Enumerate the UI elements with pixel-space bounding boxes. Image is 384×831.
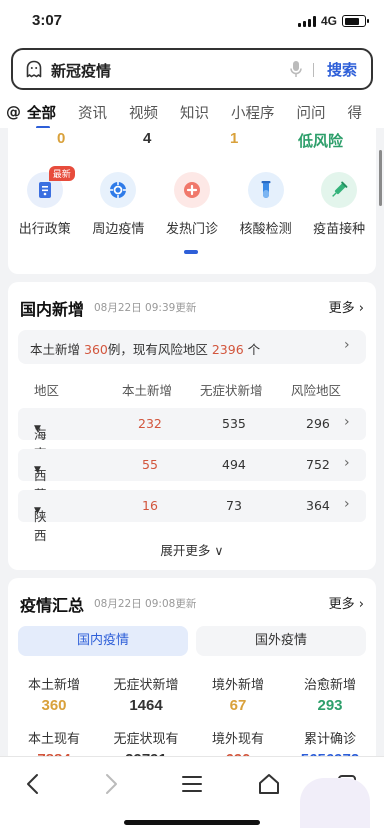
domestic-summary[interactable]: 本土新增 360例，现有风险地区 2396 个 › (18, 330, 366, 364)
scrollbar[interactable] (379, 150, 382, 206)
caret-down-icon: ▼ (34, 465, 41, 475)
risk-count-mid: 4 (143, 130, 152, 147)
tab-foreign-outbreak[interactable]: 国外疫情 (196, 626, 366, 656)
update-time: 08月22日 09:39更新 (94, 302, 197, 314)
quick-link-fever-clinic[interactable]: 发热门诊 (155, 172, 229, 237)
battery-icon (342, 15, 369, 27)
chevron-right-icon: › (358, 301, 364, 316)
risk-overview-card: 0 4 1 低风险 最新 出行政策 周边疫情 发热门诊 核酸检测 疫苗接种 (8, 128, 376, 274)
ghost-logo-icon (26, 60, 42, 78)
local-cell: 232 (138, 416, 162, 431)
risk-count-high: 0 (57, 130, 66, 147)
more-link[interactable]: 更多 › (329, 297, 364, 316)
quick-link-label: 核酸检测 (239, 222, 292, 237)
expand-more-button[interactable]: 展开更多 ∨ (8, 540, 376, 559)
search-button[interactable]: 搜索 (327, 59, 357, 80)
menu-icon[interactable] (177, 769, 207, 799)
chevron-right-icon: › (344, 496, 350, 512)
search-divider (313, 63, 314, 77)
tab-news[interactable]: 资讯 (78, 102, 107, 123)
assistant-ghost-icon[interactable] (300, 778, 370, 828)
column-header: 风险地区 (291, 383, 342, 398)
chevron-right-icon: › (344, 455, 350, 471)
asymptomatic-cell: 494 (222, 457, 246, 472)
tab-mini-program[interactable]: 小程序 (231, 102, 275, 123)
status-indicators: 4G (297, 14, 369, 28)
stat-asymptomatic-new: 无症状新增 1464 (113, 678, 179, 714)
chevron-right-icon: › (344, 414, 350, 430)
back-icon[interactable] (18, 769, 48, 799)
column-header: 无症状新增 (200, 383, 263, 398)
tab-ask[interactable]: 问问 (297, 102, 326, 123)
caret-down-icon: ▼ (34, 506, 41, 516)
search-bar: 新冠疫情 搜索 (0, 44, 384, 96)
more-link[interactable]: 更多 › (329, 593, 364, 612)
local-cell: 55 (142, 457, 158, 472)
quick-link-vaccine[interactable]: 疫苗接种 (302, 172, 376, 237)
fever-clinic-icon (173, 172, 210, 208)
asymptomatic-cell: 73 (226, 498, 242, 513)
nucleic-test-icon (247, 172, 284, 208)
tab-partial[interactable]: 得 (348, 102, 363, 123)
quick-link-nucleic-test[interactable]: 核酸检测 (229, 172, 303, 237)
travel-policy-icon: 最新 (26, 166, 75, 208)
summary-text: 本土新增 360例，现有风险地区 2396 个 (30, 342, 261, 357)
stat-recovered-new: 治愈新增 293 (303, 678, 356, 714)
microphone-icon[interactable] (289, 60, 303, 78)
quick-link-label: 周边疫情 (92, 222, 145, 237)
column-header: 地区 (34, 383, 60, 398)
caret-down-icon: ▼ (34, 424, 41, 434)
risk-cell: 296 (306, 416, 330, 431)
quick-links: 最新 出行政策 周边疫情 发热门诊 核酸检测 疫苗接种 (8, 166, 376, 237)
risk-level-label: 低风险 (298, 133, 344, 150)
carousel-indicator (184, 250, 198, 254)
search-query: 新冠疫情 (51, 62, 112, 80)
stat-imported-new: 境外新增 67 (211, 678, 264, 714)
chevron-down-icon: ∨ (214, 543, 224, 558)
quick-link-label: 出行政策 (18, 222, 71, 237)
outbreak-summary-card: 疫情汇总 08月22日 09:08更新 更多 › 国内疫情 国外疫情 本土新增 … (8, 578, 376, 768)
tab-all[interactable]: 全部 (27, 102, 56, 129)
quick-link-nearby-outbreak[interactable]: 周边疫情 (82, 172, 156, 237)
domestic-new-card: 国内新增 08月22日 09:39更新 更多 › 本土新增 360例，现有风险地… (8, 282, 376, 570)
tab-domestic-outbreak[interactable]: 国内疫情 (18, 626, 188, 656)
network-label: 4G (320, 14, 337, 28)
update-time: 08月22日 09:08更新 (94, 598, 197, 610)
risk-counts: 0 4 1 低风险 (8, 130, 376, 152)
table-header: 地区 本土新增 无症状新增 风险地区 (18, 380, 366, 398)
card-title: 国内新增 (20, 300, 85, 319)
home-indicator (124, 820, 260, 825)
signal-icon (297, 15, 316, 27)
quick-link-travel-policy[interactable]: 最新 出行政策 (8, 166, 82, 237)
status-bar: 3:07 4G (0, 0, 384, 44)
chevron-right-icon: › (344, 337, 350, 353)
nearby-outbreak-icon (100, 172, 137, 208)
search-input[interactable]: 新冠疫情 搜索 (11, 48, 373, 90)
tab-knowledge[interactable]: 知识 (180, 102, 209, 123)
status-time: 3:07 (32, 12, 63, 29)
home-icon[interactable] (254, 769, 284, 799)
risk-count-low: 1 (230, 130, 239, 147)
local-cell: 16 (142, 498, 158, 513)
vaccine-icon (321, 172, 358, 208)
chevron-right-icon: › (358, 597, 364, 612)
table-row[interactable]: 海南 ▼ 232 535 296 › (18, 408, 366, 461)
column-header: 本土新增 (122, 383, 173, 398)
asymptomatic-cell: 535 (222, 416, 246, 431)
card-title: 疫情汇总 (20, 596, 85, 615)
quick-link-label: 疫苗接种 (313, 222, 366, 237)
at-icon[interactable]: @ (0, 103, 27, 121)
quick-link-label: 发热门诊 (165, 222, 218, 237)
risk-cell: 752 (306, 457, 330, 472)
table-row[interactable]: 西藏 ▼ 55 494 752 › (18, 449, 366, 502)
forward-icon[interactable] (96, 769, 126, 799)
tab-video[interactable]: 视频 (129, 102, 158, 123)
category-tabs: @ 全部 资讯 视频 知识 小程序 问问 得 (0, 96, 384, 129)
stat-local-new: 本土新增 360 (27, 678, 80, 714)
new-badge: 最新 (48, 166, 75, 181)
table-row[interactable]: 陕西 ▼ 16 73 364 › (18, 490, 366, 543)
risk-cell: 364 (306, 498, 330, 513)
